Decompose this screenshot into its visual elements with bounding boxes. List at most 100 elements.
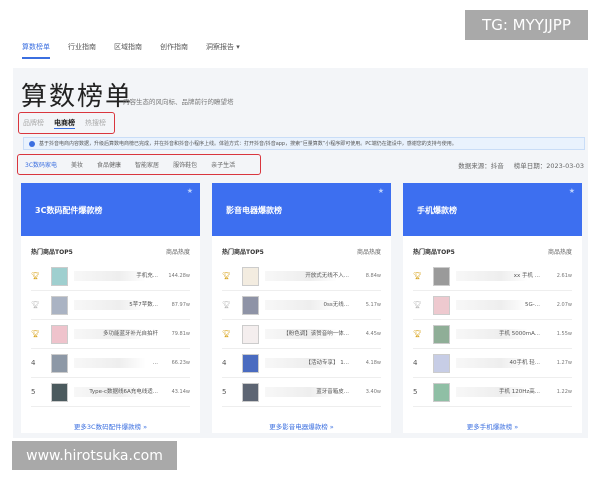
trophy-icon: 🏆︎: [413, 301, 422, 309]
top-nav: 算数榜单 行业指南 区域指南 创作指南 洞察报告 ▾: [22, 42, 240, 59]
list-item[interactable]: 5 蓝牙音箱皮... 3.40w: [222, 378, 381, 407]
tab-ecommerce[interactable]: 电商榜: [54, 118, 75, 129]
product-name: 5苹7苹数...: [74, 300, 164, 310]
list-item[interactable]: 5 手机 120Hz高... 1.22w: [413, 378, 572, 407]
card-title: 3C数码配件爆款榜: [35, 206, 103, 215]
list-item[interactable]: 🏆︎ 多功能蓝牙补光自拍杆 79.81w: [31, 320, 190, 349]
more-link[interactable]: 更多影音电器爆款榜 »: [212, 421, 391, 431]
rank-number: 4: [222, 359, 227, 367]
nav-item[interactable]: 洞察报告 ▾: [206, 42, 240, 59]
rank-number: 5: [413, 388, 418, 396]
heat-value: 2.07w: [556, 302, 572, 308]
star-icon[interactable]: ★: [378, 187, 384, 195]
nav-item[interactable]: 区域指南: [114, 42, 142, 59]
product-name: 手机 5000mA...: [456, 329, 546, 339]
heat-value: 1.27w: [556, 360, 572, 366]
heat-value: 1.55w: [556, 331, 572, 337]
heat-value: 144.28w: [168, 273, 190, 279]
product-name: 【活动专享】 1...: [265, 358, 355, 368]
trophy-icon: 🏆︎: [222, 272, 231, 280]
heat-value: 2.61w: [556, 273, 572, 279]
rank-card: 手机爆款榜 ★ 热门商品TOP5 商品热度 🏆︎ xx 手机 ... 2.61w 🏆︎ 5G-…: [403, 183, 582, 433]
star-icon[interactable]: ★: [187, 187, 193, 195]
heat-value: 4.45w: [365, 331, 381, 337]
heat-value: 43.14w: [171, 389, 190, 395]
heat-value: 66.23w: [171, 360, 190, 366]
rank-number: 4: [413, 359, 418, 367]
card-columns: 热门商品TOP5 商品热度: [403, 236, 582, 262]
product-image: [242, 295, 259, 315]
product-name: 多功能蓝牙补光自拍杆: [74, 329, 164, 339]
column-header-products: 热门商品TOP5: [31, 249, 73, 256]
category-tab[interactable]: 3C数码家电: [25, 160, 57, 169]
rank-card: 3C数码配件爆款榜 ★ 热门商品TOP5 商品热度 🏆︎ 手机充... 144.28w 🏆︎…: [21, 183, 200, 433]
card-title: 手机爆款榜: [417, 206, 457, 215]
data-meta: 数据来源：抖音 榜单日期：2023-03-03: [458, 160, 584, 170]
heat-value: 4.18w: [365, 360, 381, 366]
list-item[interactable]: 🏆︎ xx 手机 ... 2.61w: [413, 262, 572, 291]
product-image: [433, 382, 450, 402]
more-link[interactable]: 更多3C数码配件爆款榜 »: [21, 421, 200, 431]
category-tab[interactable]: 亲子生活: [211, 160, 235, 169]
product-image: [242, 324, 259, 344]
product-name: 手机 120Hz高...: [456, 387, 546, 397]
category-tab[interactable]: 美妆: [71, 160, 83, 169]
list-item[interactable]: 🏆︎ 5苹7苹数... 87.97w: [31, 291, 190, 320]
nav-item[interactable]: 创作指南: [160, 42, 188, 59]
product-name: 【粉色调】该赞音响一体...: [265, 329, 355, 339]
product-image: [51, 295, 68, 315]
product-image: [51, 324, 68, 344]
heat-value: 87.97w: [171, 302, 190, 308]
list-item[interactable]: 🏆︎ 开放式无线不入... 8.84w: [222, 262, 381, 291]
watermark-bottom: www.hirotsuka.com: [12, 441, 177, 470]
product-image: [242, 266, 259, 286]
list-item[interactable]: 🏆︎ 手机充... 144.28w: [31, 262, 190, 291]
column-header-products: 热门商品TOP5: [413, 249, 455, 256]
list-item[interactable]: 4 【活动专享】 1... 4.18w: [222, 349, 381, 378]
page-title: 算数榜单: [21, 82, 134, 112]
category-tab[interactable]: 服饰鞋包: [173, 160, 197, 169]
list-item[interactable]: 🏆︎ 手机 5000mA... 1.55w: [413, 320, 572, 349]
star-icon[interactable]: ★: [569, 187, 575, 195]
card-columns: 热门商品TOP5 商品热度: [21, 236, 200, 262]
trophy-icon: 🏆︎: [413, 330, 422, 338]
notice-banner: 基于抖音电商内容数据，升级后算数电商榜已完成，并在抖音和抖音小程序上线。体验方式…: [23, 137, 585, 150]
product-image: [433, 266, 450, 286]
category-tab[interactable]: 食品健康: [97, 160, 121, 169]
product-name: 0ss无线...: [265, 300, 355, 310]
column-header-heat: 商品热度: [356, 249, 381, 256]
heat-value: 8.84w: [365, 273, 381, 279]
product-name: 蓝牙音箱皮...: [265, 387, 355, 397]
trophy-icon: 🏆︎: [222, 301, 231, 309]
trophy-icon: 🏆︎: [222, 330, 231, 338]
product-name: xx 手机 ...: [456, 271, 546, 281]
rank-card: 影音电器爆款榜 ★ 热门商品TOP5 商品热度 🏆︎ 开放式无线不入... 8.84w 🏆︎…: [212, 183, 391, 433]
product-name: ...: [74, 358, 164, 368]
card-header: 手机爆款榜 ★: [403, 183, 582, 236]
rank-number: 5: [222, 388, 227, 396]
list-item[interactable]: 🏆︎ 0ss无线... 5.17w: [222, 291, 381, 320]
list-item[interactable]: 4 40手机 轻... 1.27w: [413, 349, 572, 378]
list-item[interactable]: 🏆︎ 【粉色调】该赞音响一体... 4.45w: [222, 320, 381, 349]
trophy-icon: 🏆︎: [31, 301, 40, 309]
column-header-heat: 商品热度: [165, 249, 190, 256]
list-item[interactable]: 5 Type-c数据线6A充电线适... 43.14w: [31, 378, 190, 407]
category-tab[interactable]: 智能家居: [135, 160, 159, 169]
more-link[interactable]: 更多手机爆款榜 »: [403, 421, 582, 431]
notice-text: 基于抖音电商内容数据，升级后算数电商榜已完成，并在抖音和抖音小程序上线。体验方式…: [39, 141, 457, 147]
nav-item[interactable]: 行业指南: [68, 42, 96, 59]
product-image: [433, 295, 450, 315]
list-item[interactable]: 4... 66.23w: [31, 349, 190, 378]
tab-brand[interactable]: 品牌榜: [23, 118, 44, 128]
trophy-icon: 🏆︎: [31, 330, 40, 338]
product-image: [433, 324, 450, 344]
column-header-products: 热门商品TOP5: [222, 249, 264, 256]
info-icon: [29, 140, 35, 147]
heat-value: 1.22w: [556, 389, 572, 395]
product-name: 40手机 轻...: [456, 358, 546, 368]
list-item[interactable]: 🏆︎ 5G-... 2.07w: [413, 291, 572, 320]
product-name: 手机充...: [74, 271, 164, 281]
nav-item[interactable]: 算数榜单: [22, 42, 50, 59]
card-title: 影音电器爆款榜: [226, 206, 282, 215]
tab-hot-search[interactable]: 热搜榜: [85, 118, 106, 128]
